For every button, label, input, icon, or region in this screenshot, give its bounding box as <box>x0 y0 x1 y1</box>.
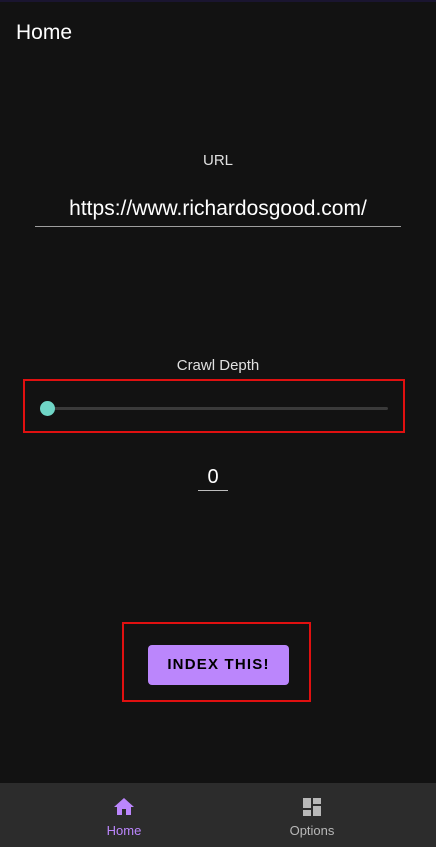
app-screen: Home URL https://www.richardosgood.com/ … <box>0 0 436 847</box>
nav-label-options: Options <box>289 823 335 838</box>
nav-item-home[interactable]: Home <box>15 783 233 847</box>
status-strip <box>0 0 436 2</box>
crawl-depth-slider-thumb[interactable] <box>40 401 55 416</box>
nav-label-home: Home <box>106 823 142 838</box>
url-input[interactable]: https://www.richardosgood.com/ <box>35 192 401 227</box>
index-this-button[interactable]: INDEX THIS! <box>148 645 289 685</box>
nav-item-options[interactable]: Options <box>203 783 421 847</box>
slider-highlight-box <box>23 379 405 433</box>
page-title: Home <box>16 21 73 44</box>
url-label: URL <box>202 152 233 169</box>
dashboard-icon <box>303 798 321 816</box>
home-icon <box>114 798 134 815</box>
crawl-depth-value[interactable]: 0 <box>198 464 228 491</box>
bottom-navigation: Home Options <box>0 783 436 847</box>
crawl-depth-slider-track[interactable] <box>48 407 388 410</box>
crawl-depth-label: Crawl Depth <box>176 357 260 374</box>
